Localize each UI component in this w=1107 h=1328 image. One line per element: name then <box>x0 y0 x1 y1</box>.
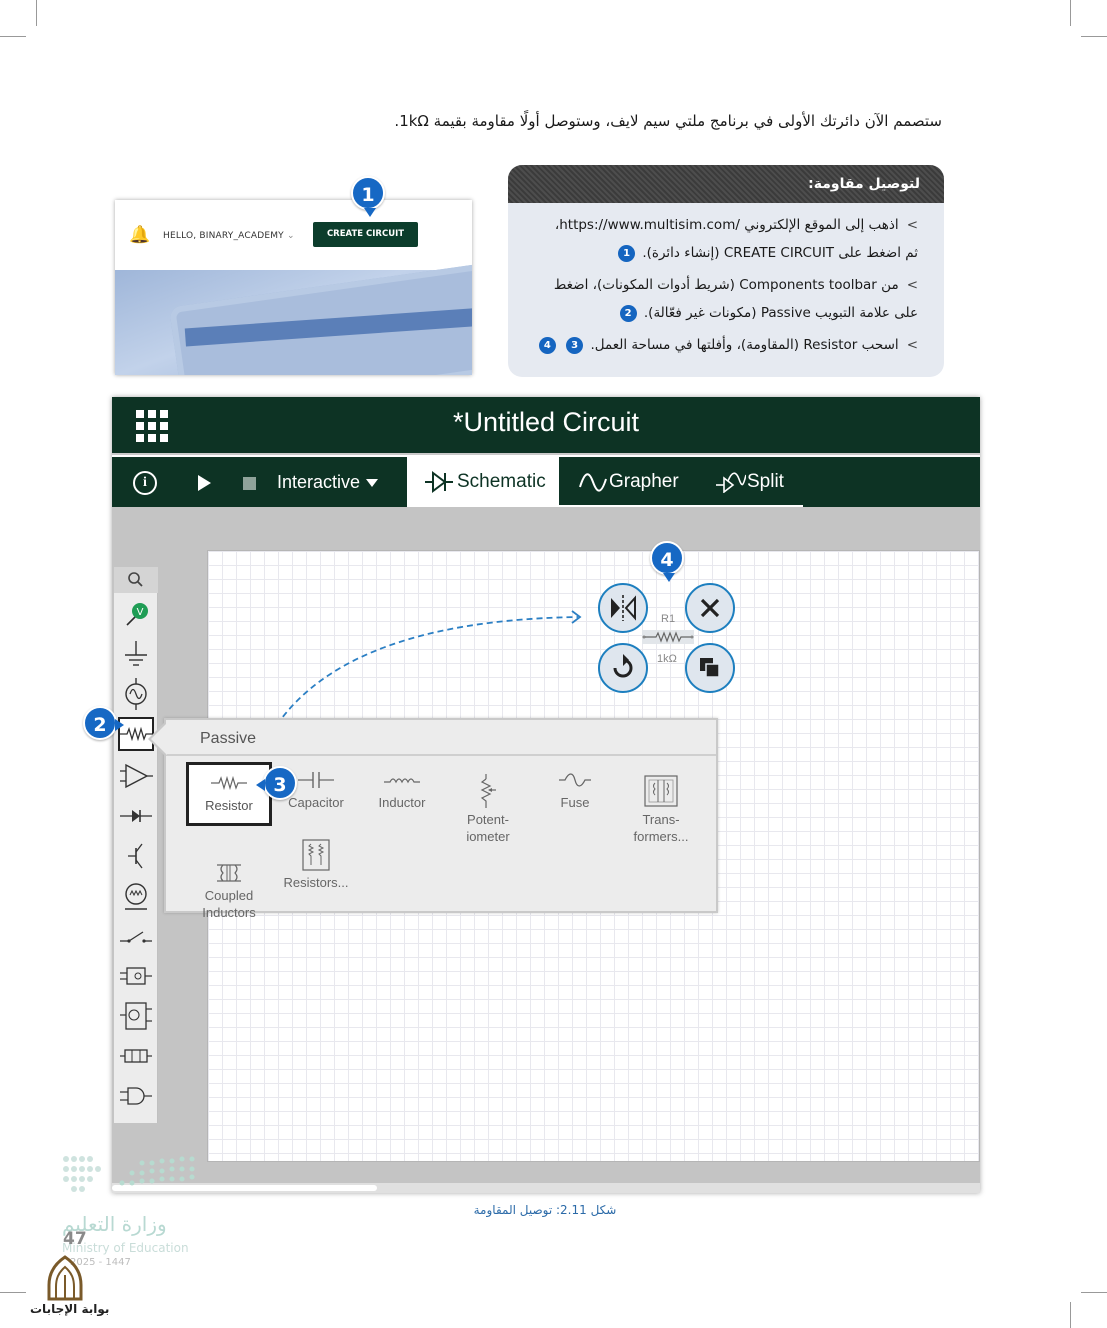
crop-mark <box>0 1292 26 1293</box>
resistor-reference: R1 <box>661 613 676 625</box>
step-badge-1: 1 <box>351 176 385 217</box>
website-header: 🔔 HELLO, BINARY_ACADEMY ⌄ CREATE CIRCUIT <box>115 200 472 270</box>
lamp-icon[interactable] <box>118 879 154 913</box>
duplicate-button[interactable] <box>685 643 735 693</box>
horizontal-scrollbar[interactable] <box>112 1183 980 1193</box>
component-resistor[interactable]: Resistor <box>186 762 272 826</box>
chevron-down-icon: ⌄ <box>286 231 295 241</box>
title-bar: *Untitled Circuit <box>112 397 980 453</box>
search-icon[interactable] <box>114 567 158 593</box>
circuit-title[interactable]: *Untitled Circuit <box>112 407 980 438</box>
component-inductor[interactable]: Inductor <box>359 762 445 826</box>
main-toolbar: i Interactive Schematic Grapher Split <box>112 455 980 507</box>
step-badge: 2 <box>619 304 637 322</box>
crop-mark <box>0 36 26 37</box>
component-coupled-inductors[interactable]: Coupled Inductors <box>186 838 272 920</box>
step-badge-4: 4 <box>650 541 684 582</box>
instruction-step: >اسحب Resistor (المقاومة)، وأفلتها في مس… <box>528 331 918 359</box>
mode-dropdown[interactable]: Interactive <box>277 472 379 493</box>
crop-mark <box>36 0 37 26</box>
tab-schematic[interactable]: Schematic <box>407 457 559 507</box>
component-transformers[interactable]: Trans- formers... <box>618 750 704 844</box>
digital-gate-icon[interactable] <box>118 1079 154 1113</box>
website-snapshot: 🔔 HELLO, BINARY_ACADEMY ⌄ CREATE CIRCUIT <box>115 200 472 375</box>
component-potentiometer[interactable]: Potent- iometer <box>445 750 531 844</box>
resistor-network-icon <box>302 839 330 871</box>
crop-mark <box>1081 1292 1107 1293</box>
figure-caption: شكل 2.11: توصيل المقاومة <box>473 1203 617 1217</box>
voltage-probe-icon[interactable]: V <box>118 597 154 631</box>
close-icon <box>700 598 720 618</box>
transistor-icon[interactable] <box>118 839 154 873</box>
amplifier-icon[interactable] <box>118 759 154 793</box>
potentiometer-icon <box>480 774 496 808</box>
intro-text: ستصمم الآن دائرتك الأولى في برنامج ملتي … <box>394 112 942 130</box>
tab-split[interactable]: Split <box>716 457 806 507</box>
flip-icon <box>611 595 636 621</box>
stop-icon[interactable] <box>243 477 256 490</box>
fuse-icon <box>559 773 591 787</box>
capacitor-icon <box>298 772 334 788</box>
ac-source-icon[interactable] <box>118 677 154 711</box>
instruction-steps: >اذهب إلى الموقع الإلكتروني /https://www… <box>508 203 944 359</box>
transformer-icon <box>644 775 678 807</box>
play-icon[interactable] <box>198 475 211 491</box>
caret-down-icon <box>366 479 379 488</box>
instruction-box: لتوصيل مقاومة: >اذهب إلى الموقع الإلكترو… <box>508 165 944 377</box>
switch-icon[interactable] <box>118 919 154 953</box>
resistor-icon <box>211 775 247 791</box>
tab-grapher[interactable]: Grapher <box>577 457 687 507</box>
rotate-button[interactable] <box>598 643 648 693</box>
step-badge: 1 <box>618 244 636 262</box>
diode-icon[interactable] <box>118 799 154 833</box>
website-hero-image <box>115 261 472 375</box>
coupled-inductors-icon <box>217 864 241 882</box>
account-menu[interactable]: HELLO, BINARY_ACADEMY ⌄ <box>163 231 295 241</box>
components-toolbar: V <box>114 567 158 1123</box>
mixed-icon[interactable] <box>118 999 154 1033</box>
copy-icon <box>700 658 720 678</box>
ministry-logo-icon <box>63 1156 195 1192</box>
step-badge: 4 <box>538 336 556 354</box>
ground-icon[interactable] <box>118 637 154 671</box>
page-number: 47 <box>63 1229 87 1249</box>
probe-letter: V <box>137 607 144 618</box>
instruction-step: >من Components toolbar (شريط أدوات المكو… <box>553 277 918 322</box>
flip-horizontal-button[interactable] <box>598 583 648 633</box>
info-icon[interactable]: i <box>133 471 157 495</box>
step-badge: 3 <box>566 336 584 354</box>
grapher-icon <box>579 473 607 492</box>
portal-name: بوابة الإجابات <box>30 1302 110 1316</box>
schematic-icon <box>425 471 453 493</box>
resistor-value: 1kΩ <box>657 653 677 665</box>
inductor-icon <box>384 778 420 784</box>
instruction-title: لتوصيل مقاومة: <box>508 165 944 203</box>
placed-resistor-symbol[interactable] <box>642 630 694 644</box>
split-icon <box>716 472 746 493</box>
portal-logo-icon <box>47 1255 83 1301</box>
rotate-icon <box>613 654 633 678</box>
crop-mark <box>1070 1302 1071 1328</box>
passive-components-panel: Passive Resistor Capacitor Inductor Pote… <box>148 718 718 920</box>
crop-mark <box>1081 36 1107 37</box>
step-badge-2: 2 <box>83 706 124 740</box>
connector-icon[interactable] <box>118 1039 154 1073</box>
component-resistor-networks[interactable]: Resistors... <box>273 838 359 902</box>
logic-icon[interactable] <box>118 959 154 993</box>
create-circuit-button[interactable]: CREATE CIRCUIT <box>313 222 418 247</box>
step-badge-3: 3 <box>256 766 297 800</box>
delete-button[interactable] <box>685 583 735 633</box>
component-fuse[interactable]: Fuse <box>532 762 618 826</box>
instruction-step: >اذهب إلى الموقع الإلكتروني /https://www… <box>554 217 918 262</box>
bell-icon[interactable]: 🔔 <box>129 225 150 245</box>
crop-mark <box>1070 0 1071 26</box>
